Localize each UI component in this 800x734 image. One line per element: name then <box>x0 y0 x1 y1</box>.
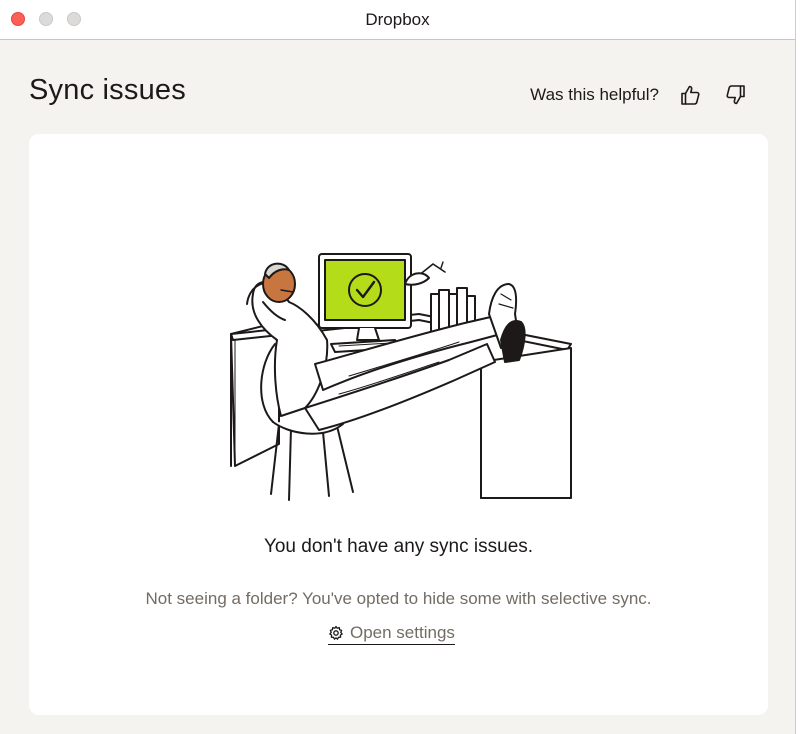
sync-issues-card: You don't have any sync issues. Not seei… <box>29 134 768 715</box>
thumbs-up-button[interactable] <box>675 80 705 110</box>
app-window: Dropbox Sync issues Was this helpful? Yo… <box>0 0 796 734</box>
open-settings-label: Open settings <box>350 623 455 642</box>
thumbs-down-button[interactable] <box>721 80 751 110</box>
thumbs-down-icon <box>726 85 745 105</box>
feedback-label: Was this helpful? <box>530 85 659 104</box>
page-title: Sync issues <box>29 74 186 106</box>
thumbs-up-icon <box>681 85 700 105</box>
empty-state-subtext: Not seeing a folder? You've opted to hid… <box>145 589 652 608</box>
title-bar[interactable]: Dropbox <box>0 0 795 40</box>
open-settings-link[interactable]: Open settings <box>328 623 455 645</box>
window-title: Dropbox <box>365 10 430 29</box>
empty-state-heading: You don't have any sync issues. <box>263 536 534 557</box>
person-relaxing-at-desk-illustration <box>230 253 572 501</box>
background-window-edge <box>796 0 800 734</box>
feedback-bar: Was this helpful? <box>530 80 751 110</box>
gear-icon <box>328 625 344 641</box>
